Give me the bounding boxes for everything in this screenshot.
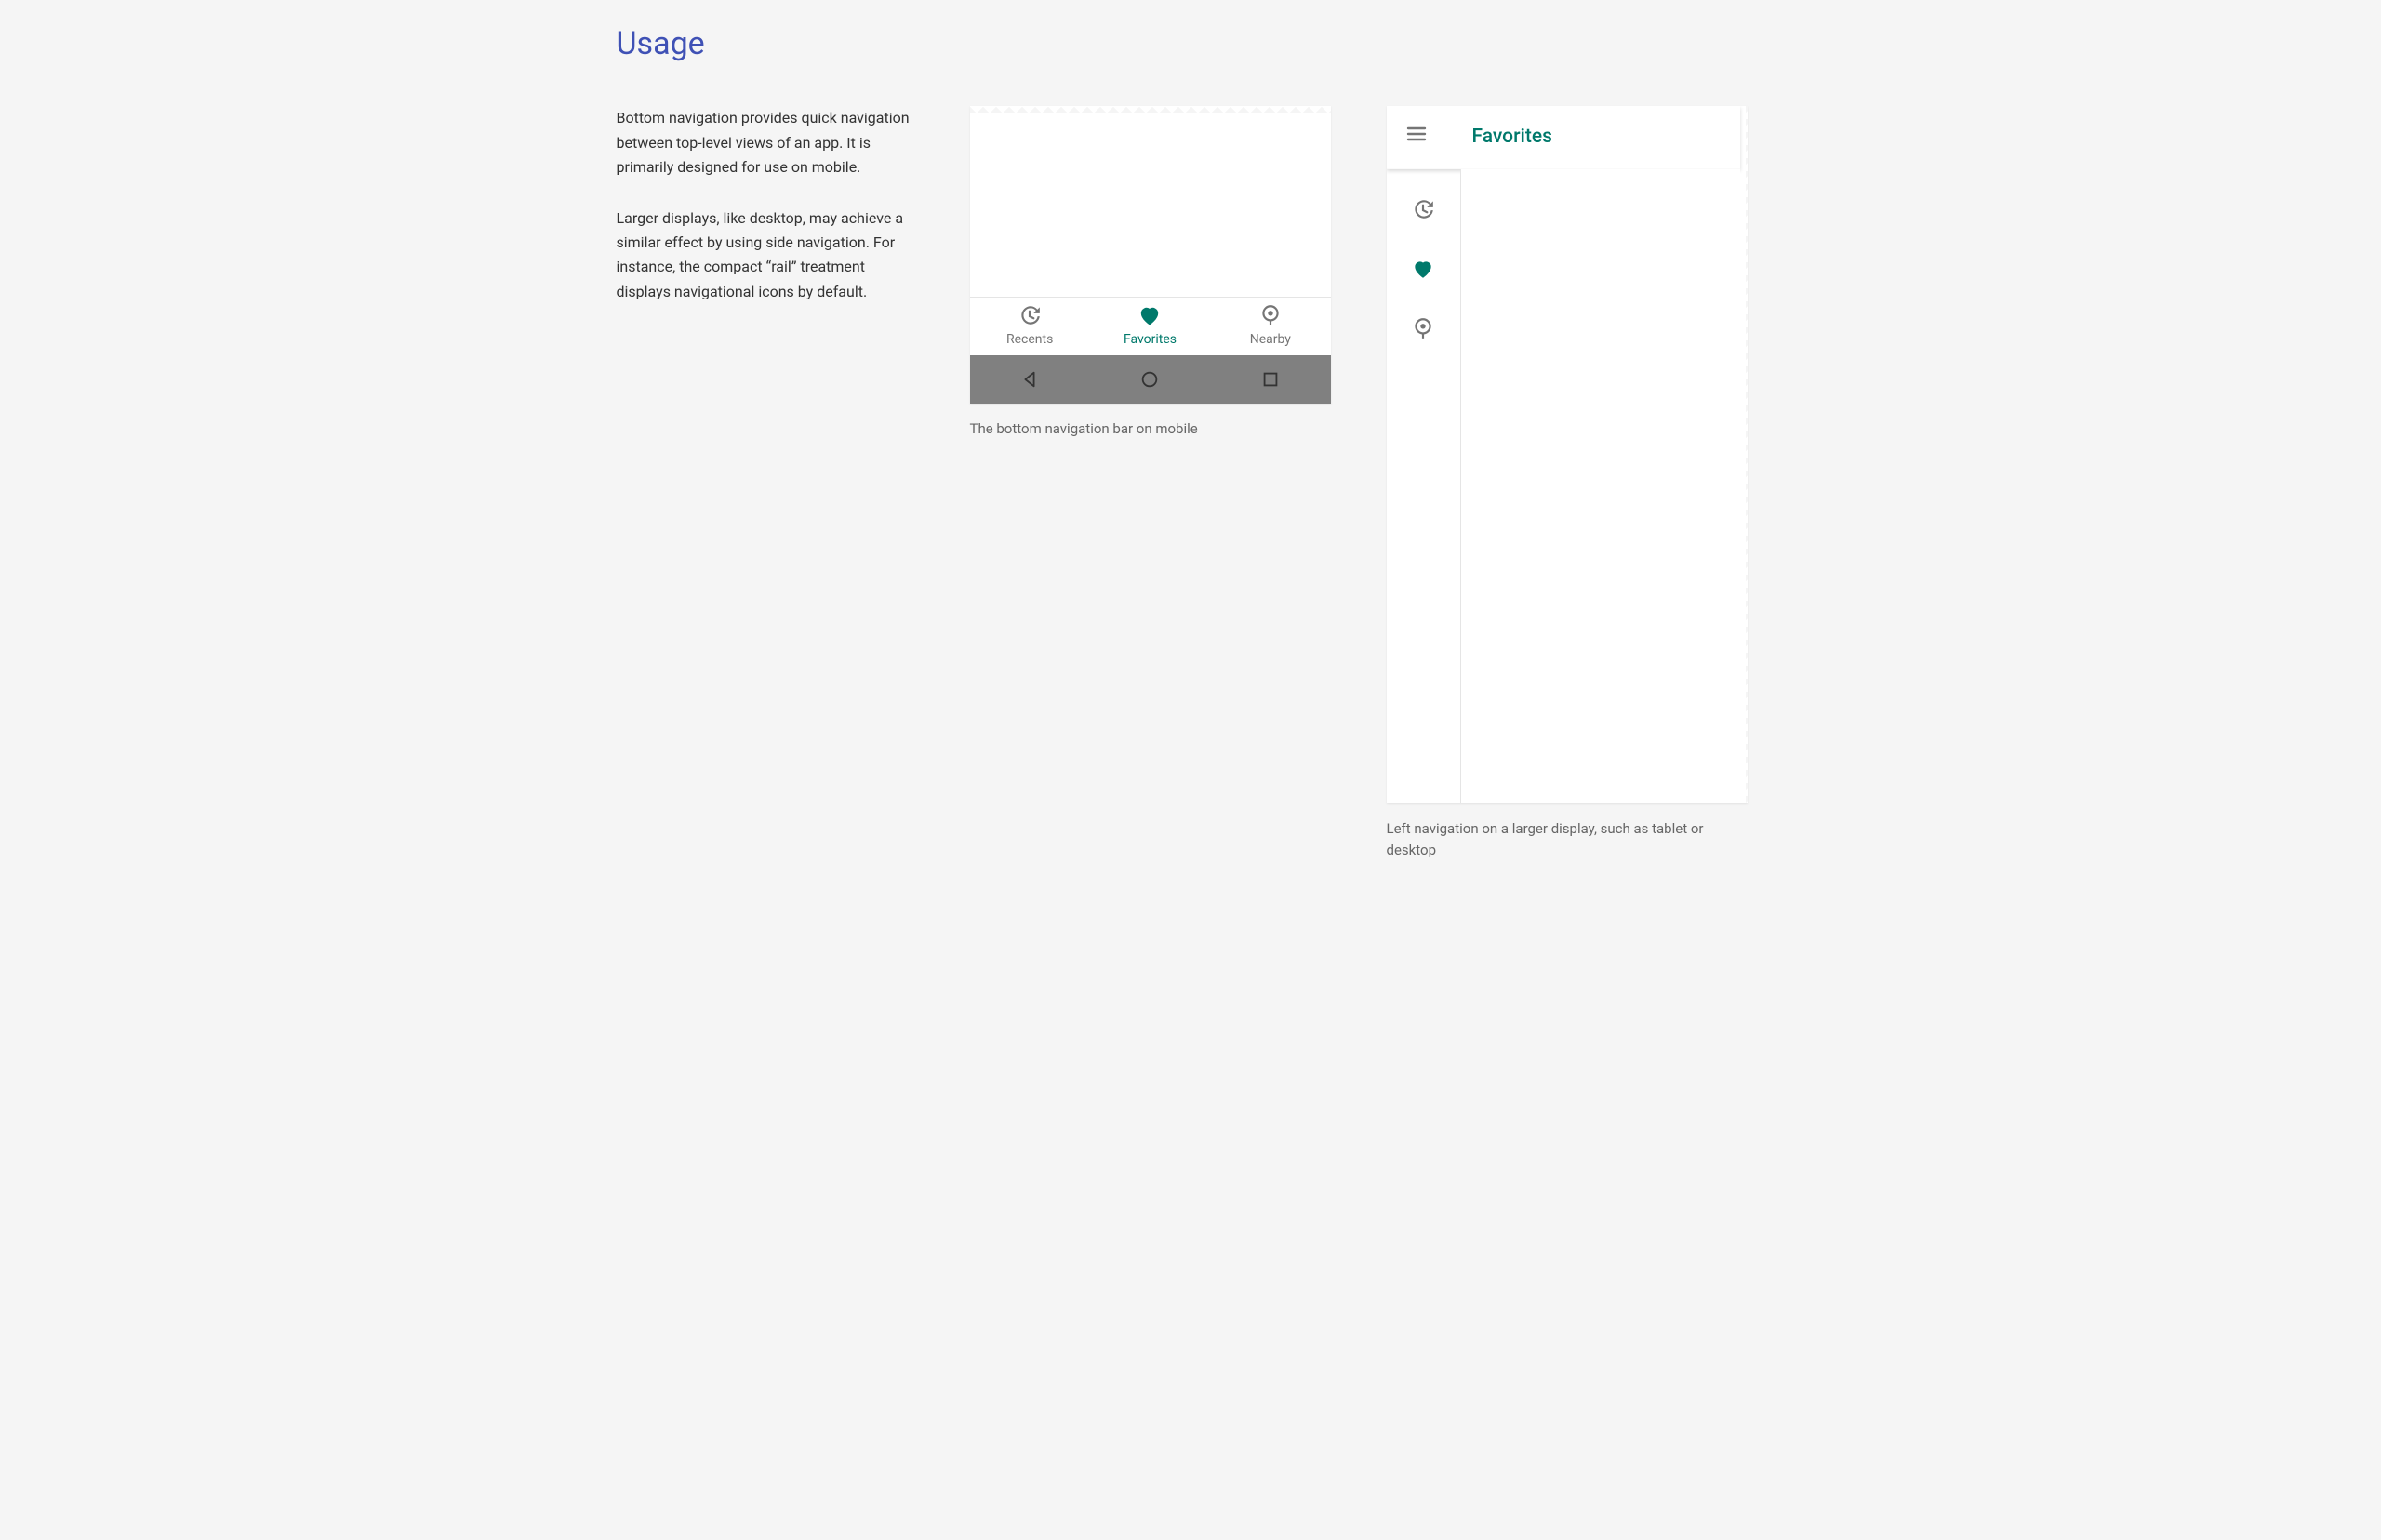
intro-paragraph-2: Larger displays, like desktop, may achie… xyxy=(617,206,914,305)
rail-item-favorites[interactable] xyxy=(1411,257,1435,281)
mobile-content-area xyxy=(970,113,1331,298)
nav-item-favorites[interactable]: Favorites xyxy=(1090,298,1210,355)
intro-paragraph-1: Bottom navigation provides quick navigat… xyxy=(617,106,914,179)
tablet-mockup: Favorites xyxy=(1387,106,1748,803)
nav-item-recents[interactable]: Recents xyxy=(970,298,1090,355)
tablet-app-bar: Favorites xyxy=(1387,106,1740,169)
app-bar-title: Favorites xyxy=(1472,122,1552,153)
menu-button[interactable] xyxy=(1405,123,1428,153)
torn-edge-right xyxy=(1740,106,1748,803)
heart-icon xyxy=(1411,257,1435,281)
mobile-mockup: Recents Favorites Nearby xyxy=(970,106,1331,404)
rail-item-nearby[interactable] xyxy=(1411,316,1435,340)
rail-item-recents[interactable] xyxy=(1411,197,1435,221)
intro-text: Bottom navigation provides quick navigat… xyxy=(579,106,914,330)
history-icon xyxy=(1411,197,1435,221)
torn-edge-top xyxy=(970,106,1331,113)
mobile-caption: The bottom navigation bar on mobile xyxy=(970,418,1331,440)
tablet-caption: Left navigation on a larger display, suc… xyxy=(1387,818,1748,860)
menu-icon xyxy=(1405,123,1428,145)
nav-item-nearby[interactable]: Nearby xyxy=(1210,298,1330,355)
recent-apps-icon[interactable] xyxy=(1260,369,1281,390)
section-heading: Usage xyxy=(579,19,1802,69)
nav-label-nearby: Nearby xyxy=(1250,329,1291,350)
android-system-bar xyxy=(970,355,1331,404)
home-icon[interactable] xyxy=(1139,369,1160,390)
tablet-content-area xyxy=(1461,169,1740,803)
location-icon xyxy=(1411,316,1435,340)
history-icon xyxy=(1018,303,1042,327)
nav-label-favorites: Favorites xyxy=(1124,329,1177,350)
heart-icon xyxy=(1137,303,1162,327)
nav-label-recents: Recents xyxy=(1006,329,1053,350)
location-icon xyxy=(1258,303,1283,327)
bottom-navigation-bar: Recents Favorites Nearby xyxy=(970,298,1331,355)
back-icon[interactable] xyxy=(1019,369,1040,390)
navigation-rail xyxy=(1387,169,1461,803)
